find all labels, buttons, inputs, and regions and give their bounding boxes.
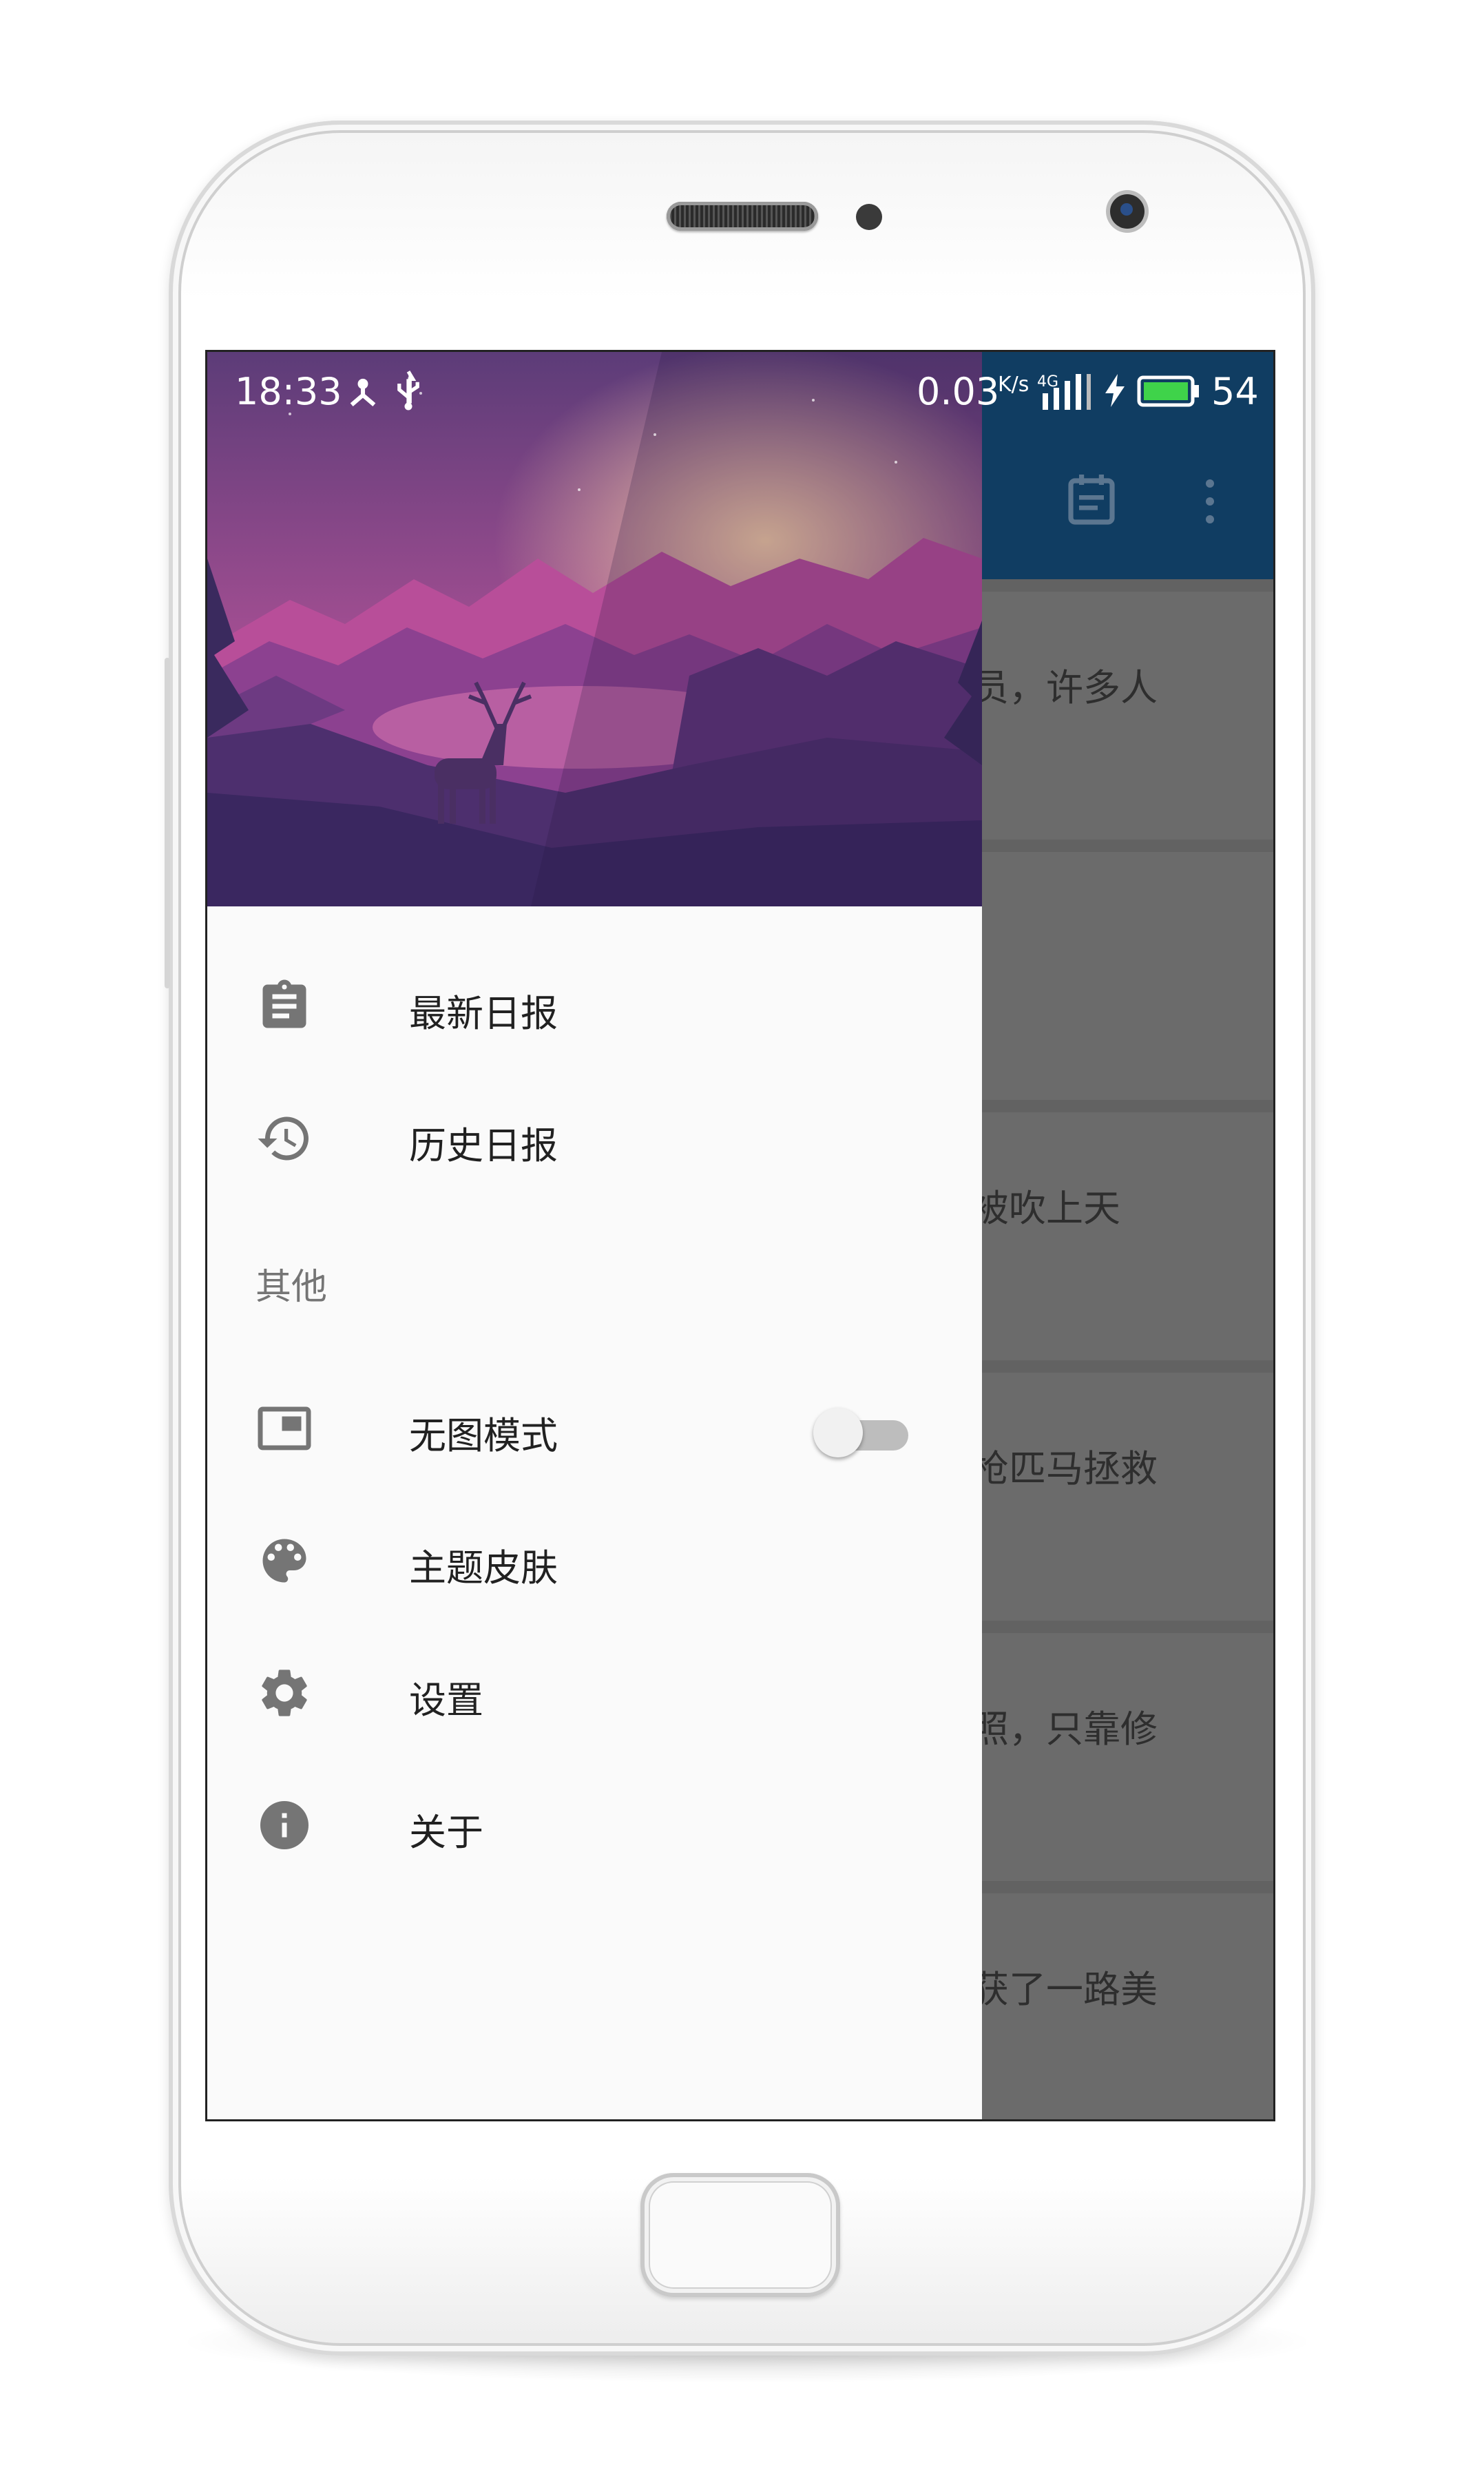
list-item-title: 枪匹马拯救 (972, 1447, 1158, 1490)
network-speed-unit: K/s (998, 373, 1030, 397)
status-time: 18:33 (235, 370, 342, 413)
phone-screen: 员，许多人 被吹上天 枪匹马拯救 照，只靠修 获了一路美 18:33 0.03 … (205, 350, 1275, 2121)
home-button[interactable] (640, 2173, 840, 2297)
battery-level: 54 (1211, 370, 1259, 413)
menu-item-theme-skin[interactable]: 主题皮肤 (207, 1506, 982, 1616)
network-speed: 0.03 (917, 370, 1000, 413)
palette-icon (262, 1539, 306, 1583)
earpiece-speaker (667, 202, 818, 231)
menu-item-label: 无图模式 (409, 1414, 558, 1457)
battery-icon (1137, 375, 1199, 407)
clipboard-icon (262, 979, 306, 1028)
usb-debug-icon (350, 378, 376, 406)
menu-item-label: 设置 (409, 1678, 483, 1722)
history-icon (258, 1116, 309, 1161)
no-image-mode-toggle[interactable] (813, 1408, 913, 1457)
menu-item-label: 最新日报 (409, 992, 558, 1035)
calendar-icon[interactable] (1067, 472, 1116, 526)
deer-landscape-illustration (207, 352, 982, 906)
menu-item-latest-daily[interactable]: 最新日报 (207, 951, 982, 1061)
volume-button (165, 658, 170, 988)
menu-item-settings[interactable]: 设置 (207, 1638, 982, 1748)
more-options-icon[interactable] (1204, 479, 1216, 528)
menu-item-label: 主题皮肤 (409, 1546, 558, 1590)
gear-icon (262, 1670, 307, 1716)
menu-item-no-image-mode[interactable]: 无图模式 (207, 1373, 982, 1484)
charging-icon (1105, 374, 1125, 407)
drawer-header-image (207, 352, 982, 906)
toggle-thumb (813, 1408, 863, 1457)
menu-item-label: 历史日报 (409, 1124, 558, 1167)
proximity-sensor (856, 204, 882, 230)
usb-icon (397, 371, 419, 410)
list-item-title: 照，只靠修 (972, 1707, 1158, 1751)
list-item-title: 被吹上天 (972, 1187, 1120, 1230)
menu-item-history-daily[interactable]: 历史日报 (207, 1083, 982, 1194)
picture-in-picture-icon (258, 1406, 311, 1451)
info-icon (260, 1801, 309, 1849)
list-item-title: 获了一路美 (972, 1968, 1158, 2011)
navigation-drawer: 最新日报 历史日报 其他 无图模式 主题皮肤 设置 关于 (207, 352, 982, 2119)
status-bar: 18:33 0.03 K/s 4G 54 (207, 352, 1273, 428)
list-item-title: 员，许多人 (972, 666, 1158, 709)
signal-icon: 4G (1037, 373, 1091, 410)
section-header-other: 其他 (255, 1267, 328, 1308)
menu-item-about[interactable]: 关于 (207, 1770, 982, 1880)
front-camera (1110, 194, 1145, 229)
menu-item-label: 关于 (409, 1811, 483, 1854)
